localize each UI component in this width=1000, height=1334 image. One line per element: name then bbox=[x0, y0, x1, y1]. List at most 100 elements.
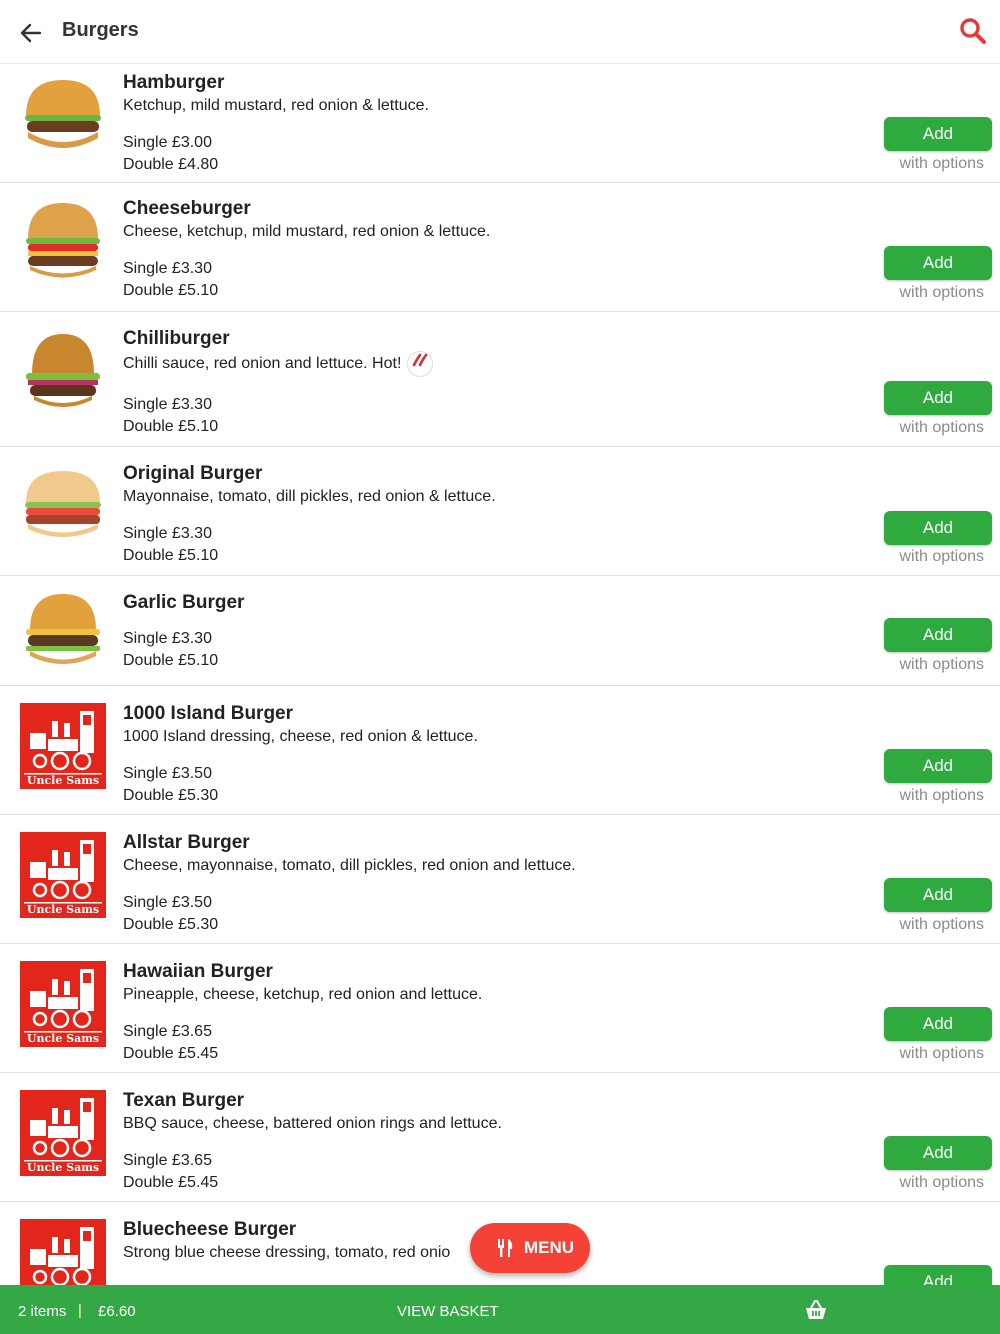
with-options-label: with options bbox=[899, 419, 985, 436]
add-button[interactable]: Add bbox=[884, 381, 992, 415]
add-button[interactable]: Add bbox=[884, 117, 992, 151]
view-basket-button[interactable]: VIEW BASKET bbox=[397, 1303, 499, 1320]
price-list: Single £3.50 Double £5.30 bbox=[123, 763, 478, 807]
add-button[interactable]: Add bbox=[884, 511, 992, 545]
add-button[interactable]: Add bbox=[884, 246, 992, 280]
logo-text: Uncle Sams bbox=[26, 1032, 100, 1045]
arrow-left-icon bbox=[20, 23, 42, 43]
product-thumbnail bbox=[20, 465, 106, 551]
back-button[interactable] bbox=[14, 16, 48, 50]
product-thumbnail bbox=[20, 72, 106, 158]
product-name: Allstar Burger bbox=[123, 832, 250, 853]
price-single: Single £3.65 bbox=[123, 1152, 212, 1169]
add-button[interactable]: Add bbox=[884, 1136, 992, 1170]
basket-item-count: 2 items bbox=[18, 1303, 67, 1320]
product-item: Uncle Sams Texan Burger BBQ sauce, chees… bbox=[0, 1073, 1000, 1202]
price-double: Double £5.10 bbox=[123, 652, 219, 669]
burger-photo-icon bbox=[26, 594, 100, 664]
price-double: Double £5.45 bbox=[123, 1045, 219, 1062]
product-info: Cheeseburger Cheese, ketchup, mild musta… bbox=[123, 198, 490, 302]
product-name: Texan Burger bbox=[123, 1090, 245, 1111]
basket-total: £6.60 bbox=[98, 1303, 136, 1320]
burger-photo-icon bbox=[25, 80, 101, 148]
logo-text: Uncle Sams bbox=[26, 1161, 100, 1174]
with-options-label: with options bbox=[899, 656, 985, 673]
price-single: Single £3.30 bbox=[123, 630, 212, 647]
price-double: Double £5.10 bbox=[123, 282, 219, 299]
product-thumbnail: Uncle Sams bbox=[20, 832, 106, 918]
logo-text: Uncle Sams bbox=[26, 774, 100, 787]
product-name: Original Burger bbox=[123, 463, 263, 484]
product-item: Hamburger Ketchup, mild mustard, red oni… bbox=[0, 64, 1000, 183]
product-thumbnail bbox=[20, 1219, 106, 1286]
product-description: Strong blue cheese dressing, tomato, red… bbox=[123, 1244, 451, 1261]
product-info: Hamburger Ketchup, mild mustard, red oni… bbox=[123, 72, 429, 176]
fork-knife-icon bbox=[498, 1239, 513, 1257]
with-options-label: with options bbox=[899, 916, 985, 933]
price-double: Double £5.10 bbox=[123, 547, 219, 564]
price-double: Double £4.80 bbox=[123, 156, 219, 173]
chili-icon bbox=[407, 351, 434, 377]
price-list: Single £3.30 Double £5.10 bbox=[123, 523, 496, 567]
product-item: Original Burger Mayonnaise, tomato, dill… bbox=[0, 447, 1000, 576]
product-description: Ketchup, mild mustard, red onion & lettu… bbox=[123, 97, 429, 114]
price-list: Single £3.65 Double £5.45 bbox=[123, 1150, 502, 1194]
product-item: Uncle Sams 1000 Island Burger 1000 Islan… bbox=[0, 686, 1000, 815]
product-thumbnail: Uncle Sams bbox=[20, 1090, 106, 1176]
price-list: Single £3.65 Double £5.45 bbox=[123, 1021, 482, 1065]
product-name: Hawaiian Burger bbox=[123, 961, 273, 982]
menu-button[interactable]: MENU bbox=[470, 1223, 590, 1273]
logo-text: Uncle Sams bbox=[26, 903, 100, 916]
product-item: Uncle Sams Hawaiian Burger Pineapple, ch… bbox=[0, 944, 1000, 1073]
burger-photo-icon bbox=[25, 471, 101, 537]
product-name: Garlic Burger bbox=[123, 592, 245, 613]
product-thumbnail: Uncle Sams bbox=[20, 961, 106, 1047]
price-single: Single £3.65 bbox=[123, 1023, 212, 1040]
add-button[interactable]: Add bbox=[884, 749, 992, 783]
top-app-bar: Burgers bbox=[0, 0, 1000, 64]
with-options-label: with options bbox=[899, 1045, 985, 1062]
add-button[interactable]: Add bbox=[884, 1265, 992, 1286]
product-description: Mayonnaise, tomato, dill pickles, red on… bbox=[123, 488, 496, 505]
price-single: Single £3.50 bbox=[123, 894, 212, 911]
basket-icon[interactable] bbox=[804, 1299, 828, 1321]
product-thumbnail bbox=[20, 330, 106, 416]
price-list: Single £3.30 Double £5.10 bbox=[123, 258, 490, 302]
product-info: Hawaiian Burger Pineapple, cheese, ketch… bbox=[123, 961, 482, 1065]
burger-photo-icon bbox=[26, 334, 100, 407]
product-name: Cheeseburger bbox=[123, 198, 251, 219]
product-thumbnail bbox=[20, 197, 106, 283]
product-info: Garlic Burger Single £3.30 Double £5.10 bbox=[123, 592, 244, 672]
search-icon bbox=[960, 18, 986, 44]
price-list: Single £3.30 Double £5.10 bbox=[123, 394, 433, 438]
product-name: Bluecheese Burger bbox=[123, 1219, 297, 1240]
product-item: Cheeseburger Cheese, ketchup, mild musta… bbox=[0, 183, 1000, 312]
add-button[interactable]: Add bbox=[884, 1007, 992, 1041]
price-list: Single £3.50 Double £5.30 bbox=[123, 892, 576, 936]
add-button[interactable]: Add bbox=[884, 618, 992, 652]
price-single: Single £3.50 bbox=[123, 765, 212, 782]
price-list: Single £3.30 Double £5.10 bbox=[123, 628, 244, 672]
product-item: Garlic Burger Single £3.30 Double £5.10 … bbox=[0, 576, 1000, 686]
with-options-label: with options bbox=[899, 155, 985, 172]
with-options-label: with options bbox=[899, 787, 985, 804]
price-list: Single £3.00 Double £4.80 bbox=[123, 132, 429, 176]
product-info: Allstar Burger Cheese, mayonnaise, tomat… bbox=[123, 832, 576, 936]
product-description: Cheese, ketchup, mild mustard, red onion… bbox=[123, 223, 491, 240]
search-button[interactable] bbox=[958, 16, 988, 46]
with-options-label: with options bbox=[899, 548, 985, 565]
burger-photo-icon bbox=[26, 203, 100, 278]
product-info: Original Burger Mayonnaise, tomato, dill… bbox=[123, 463, 496, 567]
product-name: Chilliburger bbox=[123, 328, 230, 349]
basket-bar[interactable]: 2 items | £6.60 VIEW BASKET bbox=[0, 1285, 1000, 1334]
price-single: Single £3.30 bbox=[123, 260, 212, 277]
price-double: Double £5.45 bbox=[123, 1174, 219, 1191]
product-description: Cheese, mayonnaise, tomato, dill pickles… bbox=[123, 857, 576, 874]
product-list: Hamburger Ketchup, mild mustard, red oni… bbox=[0, 64, 1000, 1286]
product-info: Chilliburger Chilli sauce, red onion and… bbox=[123, 328, 434, 438]
add-button[interactable]: Add bbox=[884, 878, 992, 912]
product-info: Bluecheese Burger Strong blue cheese dre… bbox=[123, 1219, 450, 1264]
product-description-text: Chilli sauce, red onion and lettuce. Hot… bbox=[123, 355, 402, 373]
price-double: Double £5.30 bbox=[123, 916, 219, 933]
product-thumbnail bbox=[20, 590, 106, 676]
